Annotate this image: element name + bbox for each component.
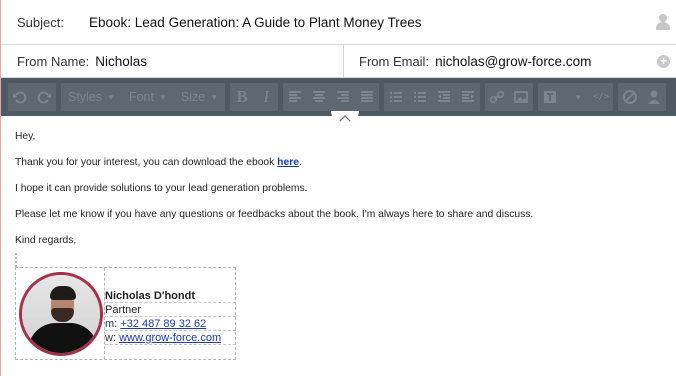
signature-photo-cell	[16, 268, 105, 359]
outdent-icon[interactable]	[432, 83, 456, 111]
signature-handle[interactable]	[15, 253, 17, 267]
website-link[interactable]: www.grow-force.com	[119, 332, 221, 344]
add-icon[interactable]: +	[657, 55, 670, 68]
from-row: From Name: Nicholas From Email: nicholas…	[1, 45, 676, 78]
person-insert-icon[interactable]	[642, 83, 666, 111]
signature-name: Nicholas D'hondt	[105, 289, 236, 303]
indent-icon[interactable]	[456, 83, 480, 111]
subject-label: Subject:	[17, 14, 64, 30]
from-email-field[interactable]: nicholas@grow-force.com	[435, 54, 591, 69]
format-group: Styles ▼ Font ▼ Size ▼	[61, 83, 226, 111]
greeting-text: Hey,	[15, 131, 36, 142]
signature-phone-line: m: +32 487 89 32 62	[105, 317, 236, 331]
align-right-icon[interactable]	[331, 83, 355, 111]
person-icon[interactable]	[656, 14, 670, 30]
chevron-up-icon	[339, 114, 351, 122]
from-name-field[interactable]: Nicholas	[95, 54, 147, 69]
from-name-cell[interactable]: From Name: Nicholas	[1, 45, 344, 77]
source-code-button[interactable]: </>	[589, 83, 613, 111]
template-icon[interactable]	[538, 83, 562, 111]
from-email-label: From Email:	[359, 53, 430, 69]
list-group	[384, 83, 481, 111]
image-icon[interactable]	[509, 83, 533, 111]
font-dropdown[interactable]: Font ▼	[122, 83, 174, 111]
body-line-3: Please let me know if you have any quest…	[15, 209, 534, 220]
from-name-label: From Name:	[17, 53, 90, 69]
download-link[interactable]: here	[277, 157, 299, 168]
size-dropdown[interactable]: Size ▼	[174, 83, 225, 111]
align-group	[283, 83, 380, 111]
bold-button[interactable]: B	[230, 83, 254, 111]
phone-link[interactable]: +32 487 89 32 62	[120, 318, 206, 330]
undo-icon[interactable]	[8, 83, 32, 111]
signature-web-line: w: www.grow-force.com	[105, 331, 236, 345]
bullet-list-icon[interactable]	[384, 83, 408, 111]
signature-title: Partner	[105, 303, 236, 317]
align-left-icon[interactable]	[283, 83, 307, 111]
body-line-1: Thank you for your interest, you can dow…	[15, 157, 302, 168]
template-dropdown-caret[interactable]: ▼	[562, 83, 589, 111]
italic-button[interactable]: I	[254, 83, 278, 111]
misc-group	[618, 83, 667, 111]
redo-icon[interactable]	[32, 83, 56, 111]
insert-group	[485, 83, 534, 111]
link-icon[interactable]	[485, 83, 509, 111]
signature-block[interactable]: Nicholas D'hondt Partner m: +32 487 89 3…	[15, 267, 236, 360]
align-justify-icon[interactable]	[355, 83, 379, 111]
from-email-cell[interactable]: From Email: nicholas@grow-force.com +	[344, 45, 676, 77]
numbered-list-icon[interactable]	[408, 83, 432, 111]
history-group	[8, 83, 56, 111]
styles-dropdown[interactable]: Styles ▼	[61, 83, 122, 111]
source-group: ▼ </>	[538, 83, 614, 111]
body-line-2: I hope it can provide solutions to your …	[15, 183, 308, 194]
signature-info: Nicholas D'hondt Partner m: +32 487 89 3…	[105, 289, 236, 345]
text-style-group: B I	[230, 83, 279, 111]
clear-format-icon[interactable]	[618, 83, 642, 111]
closing-text: Kind regards,	[15, 235, 77, 246]
subject-row[interactable]: Subject: Ebook: Lead Generation: A Guide…	[1, 0, 676, 45]
avatar	[19, 272, 103, 356]
align-center-icon[interactable]	[307, 83, 331, 111]
subject-field[interactable]: Ebook: Lead Generation: A Guide to Plant…	[89, 15, 421, 30]
email-body[interactable]: Hey, Thank you for your interest, you ca…	[15, 131, 533, 261]
